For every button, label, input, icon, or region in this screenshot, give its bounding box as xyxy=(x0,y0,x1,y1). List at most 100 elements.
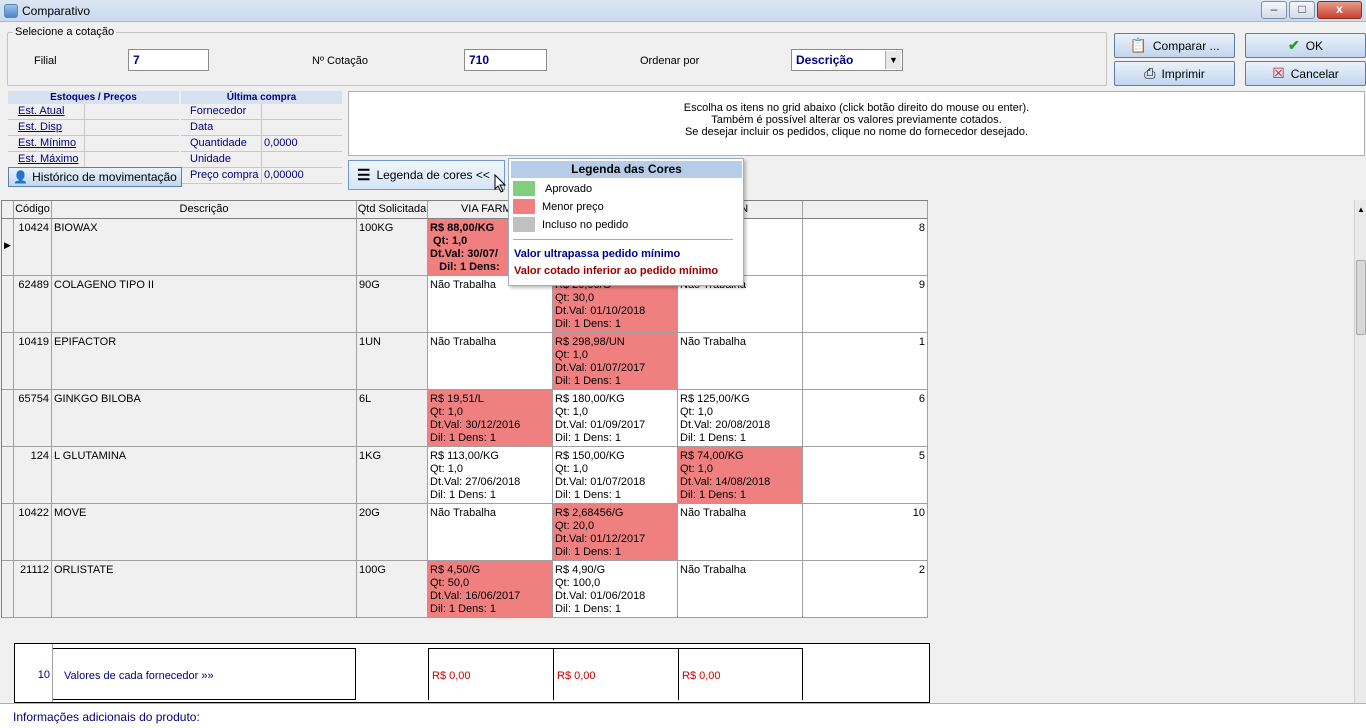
est-atual-label[interactable]: Est. Atual xyxy=(8,104,84,120)
info-adicionais-bar: Informações adicionais do produto: xyxy=(0,703,1366,728)
scrollbar-thumb[interactable] xyxy=(1356,260,1366,335)
cell-descricao[interactable]: BIOWAX xyxy=(52,219,357,276)
cell-descricao[interactable]: L GLUTAMINA xyxy=(52,447,357,504)
col-total[interactable] xyxy=(803,201,928,219)
fornecedor-label: Fornecedor xyxy=(181,104,261,120)
cell-descricao[interactable]: EPIFACTOR xyxy=(52,333,357,390)
quote-line: Dil: 1 Dens: 1 xyxy=(680,432,747,444)
unidade-label: Unidade xyxy=(181,152,261,168)
est-maximo-label[interactable]: Est. Máximo xyxy=(8,152,84,168)
cell-codigo[interactable]: 124 xyxy=(14,447,52,504)
ordenar-label: Ordenar por xyxy=(640,55,700,67)
scroll-up-icon[interactable]: ▲ xyxy=(1357,205,1365,214)
cell-codigo[interactable]: 10422 xyxy=(14,504,52,561)
est-disp-label[interactable]: Est. Disp xyxy=(8,120,84,136)
cell-supplier-2[interactable]: R$ 150,00/KG Qt: 1,0 Dt.Val: 01/07/2018 Dil… xyxy=(553,447,678,504)
cell-total[interactable]: 5 xyxy=(803,447,928,504)
history-icon: 👤 xyxy=(13,170,29,184)
col-qtd[interactable]: Qtd Solicitada xyxy=(357,201,428,219)
mouse-cursor-icon xyxy=(494,174,507,193)
cell-supplier-1[interactable]: R$ 113,00/KG Qt: 1,0 Dt.Val: 27/06/2018 Dil… xyxy=(428,447,553,504)
instruction-line-1: Escolha os itens no grid abaixo (click b… xyxy=(683,102,1030,114)
cell-total[interactable]: 10 xyxy=(803,504,928,561)
quote-line: Dil: 1 Dens: 1 xyxy=(680,489,747,501)
cell-codigo[interactable]: 65754 xyxy=(14,390,52,447)
quote-line: Qt: 1,0 xyxy=(555,463,589,475)
preco-compra-value: 0,00000 xyxy=(261,168,342,184)
cell-descricao[interactable]: GINKGO BILOBA xyxy=(52,390,357,447)
cell-descricao[interactable]: ORLISTATE xyxy=(52,561,357,618)
vertical-scrollbar[interactable]: ▲ xyxy=(1354,200,1366,703)
quote-line: Dil: 1 Dens: 1 xyxy=(555,432,622,444)
cell-supplier-3[interactable]: Não Trabalha xyxy=(678,504,803,561)
compare-icon: 📋 xyxy=(1129,37,1147,53)
cell-qtd[interactable]: 100KG xyxy=(357,219,428,276)
imprimir-button[interactable]: ⎙ Imprimir xyxy=(1114,61,1235,86)
cell-supplier-3[interactable]: Não Trabalha xyxy=(678,333,803,390)
cell-qtd[interactable]: 6L xyxy=(357,390,428,447)
cell-supplier-3[interactable]: R$ 125,00/KG Qt: 1,0 Dt.Val: 20/08/2018 Dil… xyxy=(678,390,803,447)
cell-qtd[interactable]: 1UN xyxy=(357,333,428,390)
cell-supplier-1[interactable]: Não Trabalha xyxy=(428,333,553,390)
cell-codigo[interactable]: 62489 xyxy=(14,276,52,333)
col-codigo[interactable]: Código xyxy=(14,201,52,219)
quote-line: Dt.Val: 30/12/2016 xyxy=(430,419,521,431)
quote-line: Dt.Val: 20/08/2018 xyxy=(680,419,771,431)
cell-supplier-3[interactable]: Não Trabalha xyxy=(678,561,803,618)
quantidade-value: 0,0000 xyxy=(261,136,342,152)
cell-total[interactable]: 9 xyxy=(803,276,928,333)
comparison-grid[interactable]: Código Descrição Qtd Solicitada VIA FARM… xyxy=(1,200,928,618)
cell-qtd[interactable]: 90G xyxy=(357,276,428,333)
cell-total[interactable]: 8 xyxy=(803,219,928,276)
chevron-down-icon[interactable]: ▼ xyxy=(885,51,901,69)
maximize-button[interactable]: □ xyxy=(1289,1,1315,19)
est-minimo-label[interactable]: Est. Mínimo xyxy=(8,136,84,152)
quote-line: Dt.Val: 27/06/2018 xyxy=(430,476,521,488)
cell-codigo[interactable]: 10419 xyxy=(14,333,52,390)
legend-swatch-menor-preco xyxy=(513,199,535,214)
legend-popup: Legenda das Cores Aprovado Menor preço I… xyxy=(508,158,744,286)
cotacao-field[interactable]: 710 xyxy=(464,49,547,71)
cancelar-button[interactable]: ☒ Cancelar xyxy=(1245,61,1366,86)
quote-line: Qt: 50,0 xyxy=(430,577,470,589)
cell-qtd[interactable]: 1KG xyxy=(357,447,428,504)
quote-line: Dt.Val: 16/06/2017 xyxy=(430,590,521,602)
col-descricao[interactable]: Descrição xyxy=(52,201,357,219)
cell-descricao[interactable]: COLAGENO TIPO II xyxy=(52,276,357,333)
cell-qtd[interactable]: 20G xyxy=(357,504,428,561)
cell-total[interactable]: 6 xyxy=(803,390,928,447)
cell-qtd[interactable]: 100G xyxy=(357,561,428,618)
comparar-button[interactable]: 📋 Comparar ... xyxy=(1114,33,1235,58)
ordenar-select[interactable]: Descrição ▼ xyxy=(791,49,903,71)
quote-line: Dil: 1 Dens: 1 xyxy=(555,546,622,558)
cell-supplier-2[interactable]: R$ 4,90/G Qt: 100,0 Dt.Val: 01/06/2018 Dil:… xyxy=(553,561,678,618)
minimize-button[interactable]: – xyxy=(1261,1,1287,19)
cell-total[interactable]: 1 xyxy=(803,333,928,390)
cell-supplier-2[interactable]: R$ 2,68456/G Qt: 20,0 Dt.Val: 01/12/2017 Di… xyxy=(553,504,678,561)
cell-supplier-2[interactable]: R$ 180,00/KG Qt: 1,0 Dt.Val: 01/09/2017 Dil… xyxy=(553,390,678,447)
quote-line: Qt: 1,0 xyxy=(430,406,464,418)
quote-line: R$ 74,00/KG xyxy=(680,450,744,462)
close-button[interactable]: x xyxy=(1317,1,1362,19)
cell-total[interactable]: 2 xyxy=(803,561,928,618)
quote-line: Dil: 1 Dens: 1 xyxy=(555,318,622,330)
row-indicator xyxy=(2,390,14,447)
cell-supplier-1[interactable]: R$ 19,51/L Qt: 1,0 Dt.Val: 30/12/2016 Dil: … xyxy=(428,390,553,447)
cell-codigo[interactable]: 10424 xyxy=(14,219,52,276)
quote-line: Qt: 1,0 xyxy=(680,463,714,475)
historico-button[interactable]: 👤 Histórico de movimentação xyxy=(8,167,182,187)
quote-line: Dil: 1 Dens: 1 xyxy=(555,489,622,501)
cell-codigo[interactable]: 21112 xyxy=(14,561,52,618)
est-minimo-value xyxy=(84,136,179,152)
filial-label: Filial xyxy=(34,55,57,67)
cell-supplier-1[interactable]: Não Trabalha xyxy=(428,504,553,561)
cancel-icon: ☒ xyxy=(1272,65,1285,81)
cell-supplier-3[interactable]: R$ 74,00/KG Qt: 1,0 Dt.Val: 14/08/2018 Dil:… xyxy=(678,447,803,504)
legenda-cores-button[interactable]: ☰ Legenda de cores << xyxy=(348,160,505,190)
cell-supplier-2[interactable]: R$ 298,98/UN Qt: 1,0 Dt.Val: 01/07/2017 Dil… xyxy=(553,333,678,390)
totals-label[interactable]: Valores de cada fornecedor »» xyxy=(53,648,356,700)
ok-button[interactable]: ✔ OK xyxy=(1245,33,1366,58)
filial-field[interactable]: 7 xyxy=(128,49,209,71)
cell-descricao[interactable]: MOVE xyxy=(52,504,357,561)
cell-supplier-1[interactable]: R$ 4,50/G Qt: 50,0 Dt.Val: 16/06/2017 Dil: … xyxy=(428,561,553,618)
